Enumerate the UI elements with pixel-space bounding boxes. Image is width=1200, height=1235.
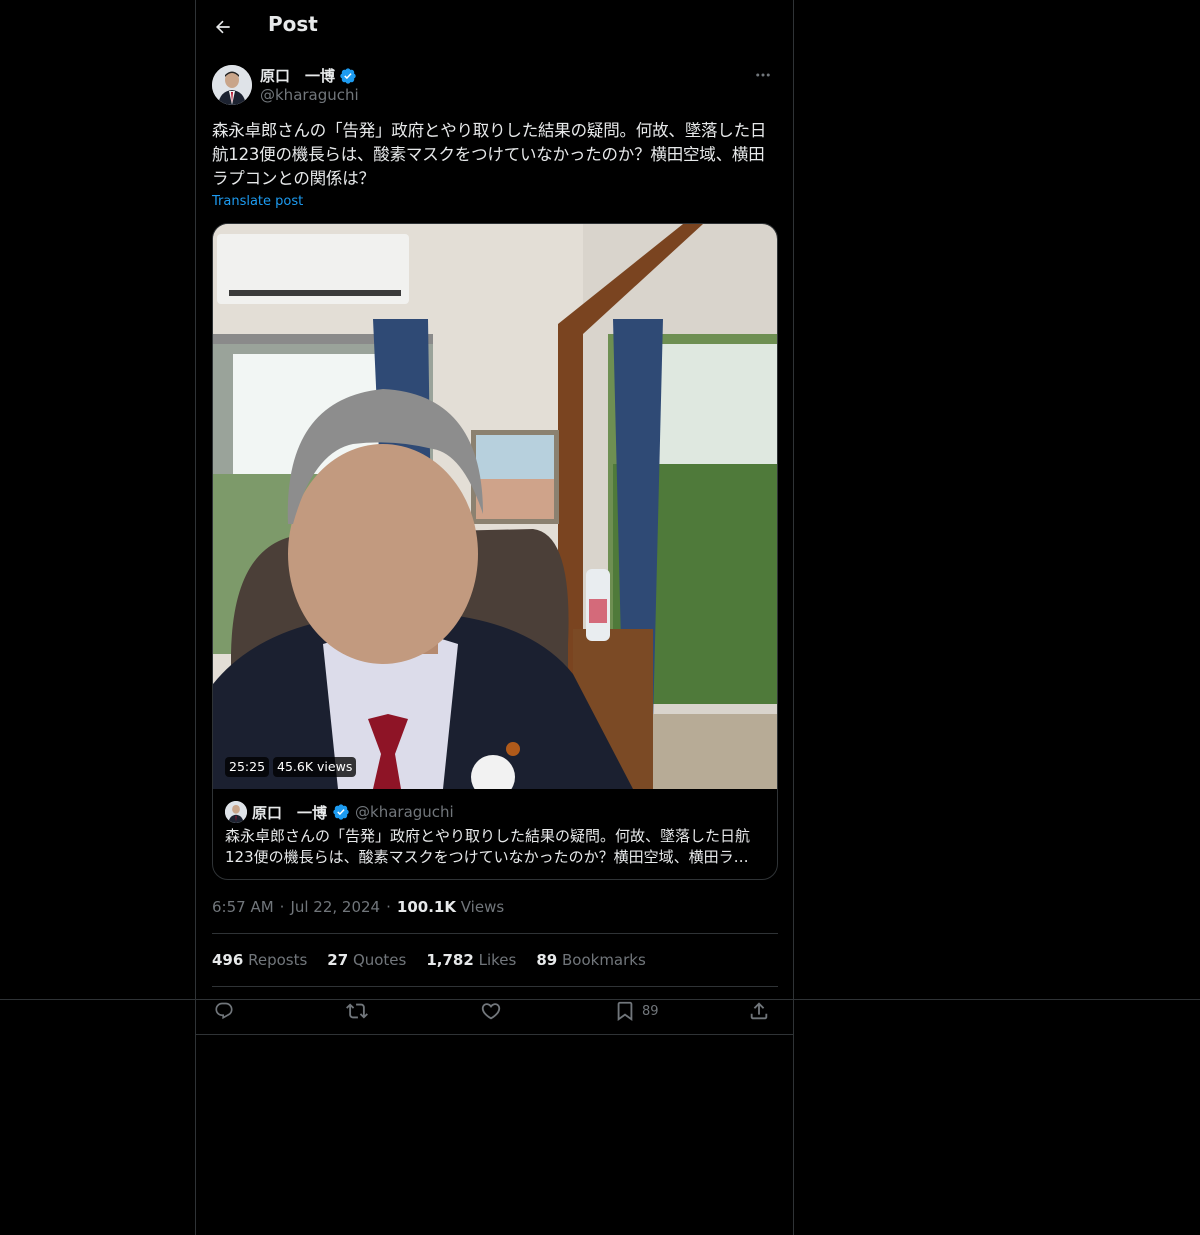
reply-button[interactable] xyxy=(214,998,234,1024)
likes-count: 1,782 xyxy=(426,951,474,969)
media-card: 25:25 45.6K views 原口 一博 @kharaguchi 森永卓郎… xyxy=(212,223,778,880)
translate-post-link[interactable]: Translate post xyxy=(212,194,303,209)
stat-quotes[interactable]: 27 Quotes xyxy=(327,951,406,969)
back-arrow-icon xyxy=(215,20,230,34)
more-icon xyxy=(756,73,770,77)
post-date[interactable]: Jul 22, 2024 xyxy=(290,898,380,916)
bookmark-button[interactable]: 89 xyxy=(614,998,659,1024)
bookmarks-label: Bookmarks xyxy=(561,951,646,969)
meta-separator: · xyxy=(386,898,391,916)
quote-author-handle: @kharaguchi xyxy=(355,803,454,821)
post-author: 原口 一博 @kharaguchi xyxy=(212,64,778,108)
quote-author-avatar xyxy=(225,801,247,823)
post-stats: 496 Reposts 27 Quotes 1,782 Likes 89 Boo… xyxy=(212,951,646,969)
post-text: 森永卓郎さんの「告発」政府とやり取りした結果の疑問。何故、墜落した日航123便の… xyxy=(212,121,767,188)
post-actions: 89 xyxy=(212,998,778,1024)
quote-text: 森永卓郎さんの「告発」政府とやり取りした結果の疑問。何故、墜落した日航123便の… xyxy=(225,827,751,866)
verified-badge-icon xyxy=(340,67,356,84)
video-player[interactable]: 25:25 45.6K views xyxy=(213,224,777,789)
repost-icon xyxy=(346,1003,368,1019)
more-options-button[interactable] xyxy=(748,64,778,86)
bookmark-icon xyxy=(617,1001,633,1022)
stat-bookmarks[interactable]: 89 Bookmarks xyxy=(536,951,645,969)
views-label: Views xyxy=(460,898,505,916)
page-title: Post xyxy=(268,12,318,36)
divider xyxy=(196,1034,793,1035)
reply-icon xyxy=(215,1002,233,1020)
video-views: 45.6K views xyxy=(273,757,357,777)
back-button[interactable] xyxy=(208,10,238,44)
video-thumbnail xyxy=(213,224,777,789)
author-avatar[interactable] xyxy=(212,65,252,105)
author-handle[interactable]: @kharaguchi xyxy=(260,86,359,104)
share-button[interactable] xyxy=(748,998,770,1024)
video-badges: 25:25 45.6K views xyxy=(225,757,357,777)
repost-button[interactable] xyxy=(346,998,368,1024)
quotes-count: 27 xyxy=(327,951,349,969)
bookmarks-count: 89 xyxy=(536,951,558,969)
reposts-count: 496 xyxy=(212,951,244,969)
like-button[interactable] xyxy=(480,998,502,1024)
stat-reposts[interactable]: 496 Reposts xyxy=(212,951,307,969)
views-count: 100.1K xyxy=(396,898,456,916)
meta-separator: · xyxy=(279,898,285,916)
stat-likes[interactable]: 1,782 Likes xyxy=(426,951,516,969)
reposts-label: Reposts xyxy=(248,951,308,969)
author-name[interactable]: 原口 一博 xyxy=(260,65,335,86)
page-header: Post xyxy=(196,0,793,54)
bookmark-count: 89 xyxy=(642,1003,659,1019)
verified-badge-icon xyxy=(333,804,349,820)
divider xyxy=(212,986,778,987)
post-views: 100.1K Views xyxy=(397,898,504,916)
video-duration: 25:25 xyxy=(225,757,270,777)
divider xyxy=(212,933,778,934)
main-column: Post 原口 一博 @kharaguchi 森永卓郎さんの「告発」政府とやり取… xyxy=(195,0,794,1235)
quoted-post[interactable]: 原口 一博 @kharaguchi 森永卓郎さんの「告発」政府とやり取りした結果… xyxy=(213,789,777,879)
post-meta: 6:57 AM · Jul 22, 2024 · 100.1K Views xyxy=(212,898,504,916)
share-icon xyxy=(750,1002,768,1020)
quotes-label: Quotes xyxy=(352,951,407,969)
post-time[interactable]: 6:57 AM xyxy=(212,898,274,916)
like-icon xyxy=(481,1003,501,1020)
likes-label: Likes xyxy=(478,951,517,969)
quote-author-name: 原口 一博 xyxy=(252,803,328,822)
